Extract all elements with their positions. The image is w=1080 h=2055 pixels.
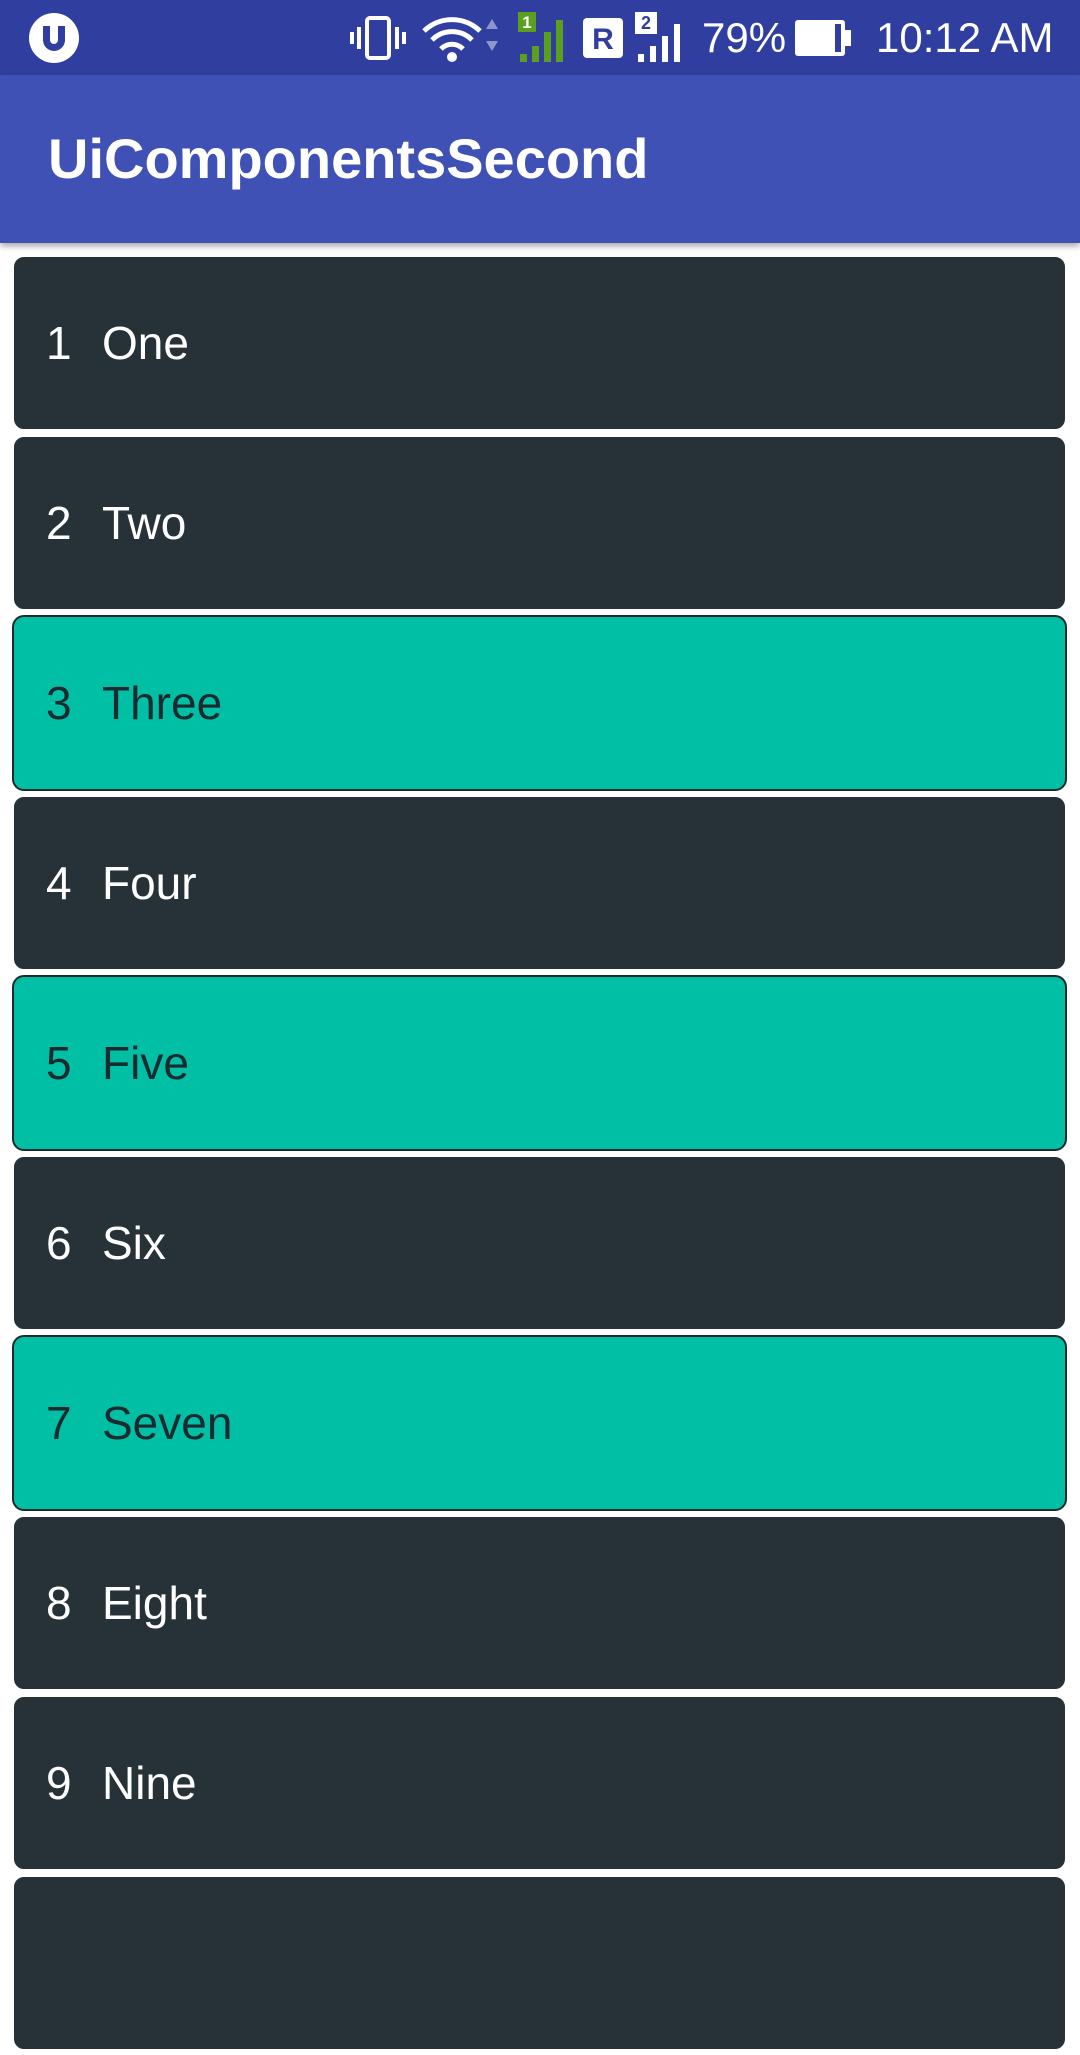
- sim2-signal-icon: 2: [634, 0, 690, 75]
- list-item-partial[interactable]: [12, 1875, 1067, 2051]
- item-label: Two: [102, 497, 187, 549]
- sim2-label: 2: [641, 13, 651, 33]
- item-number: 5: [46, 1037, 72, 1089]
- vibrate-icon: [350, 0, 406, 75]
- list-item[interactable]: 2 Two: [12, 435, 1067, 611]
- item-number: 7: [46, 1397, 72, 1449]
- list-item[interactable]: 6 Six: [12, 1155, 1067, 1331]
- item-number: 2: [46, 497, 72, 549]
- list-item[interactable]: 9 Nine: [12, 1695, 1067, 1871]
- item-number: 4: [46, 857, 72, 909]
- status-bar: 1 R 2 79% 10:12 AM: [0, 0, 1080, 75]
- battery-percent: 79%: [702, 14, 787, 61]
- item-number: 1: [46, 317, 72, 369]
- item-number: 6: [46, 1217, 72, 1269]
- item-label: Four: [102, 857, 197, 909]
- app-notification-icon: [29, 13, 79, 63]
- app-bar: UiComponentsSecond: [0, 75, 1080, 243]
- list-item[interactable]: 4 Four: [12, 795, 1067, 971]
- status-time: 10:12 AM: [876, 14, 1054, 61]
- item-label: Seven: [102, 1397, 233, 1449]
- sim1-label: 1: [522, 13, 531, 32]
- item-label: Six: [102, 1217, 166, 1269]
- list-item-selected[interactable]: 5 Five: [12, 975, 1067, 1151]
- wifi-icon: [420, 0, 500, 75]
- app-title: UiComponentsSecond: [48, 127, 649, 190]
- item-label: Five: [102, 1037, 189, 1089]
- list-item-selected[interactable]: 7 Seven: [12, 1335, 1067, 1511]
- list-item[interactable]: 8 Eight: [12, 1515, 1067, 1691]
- list-item[interactable]: 1 One: [12, 255, 1067, 431]
- item-label: Three: [102, 677, 223, 729]
- recycler-list[interactable]: 1 One 2 Two 3 Three 4 Four 5 Five 6 Six …: [12, 255, 1067, 2055]
- battery-icon: [794, 0, 852, 75]
- item-label: Eight: [102, 1577, 207, 1629]
- item-label: Nine: [102, 1757, 197, 1809]
- sim1-signal-icon: 1: [516, 0, 574, 75]
- item-number: 3: [46, 677, 72, 729]
- item-label: One: [102, 317, 189, 369]
- roaming-icon: R: [582, 0, 624, 75]
- item-number: 9: [46, 1757, 72, 1809]
- roaming-label: R: [592, 23, 614, 56]
- list-item-selected[interactable]: 3 Three: [12, 615, 1067, 791]
- item-number: 8: [46, 1577, 72, 1629]
